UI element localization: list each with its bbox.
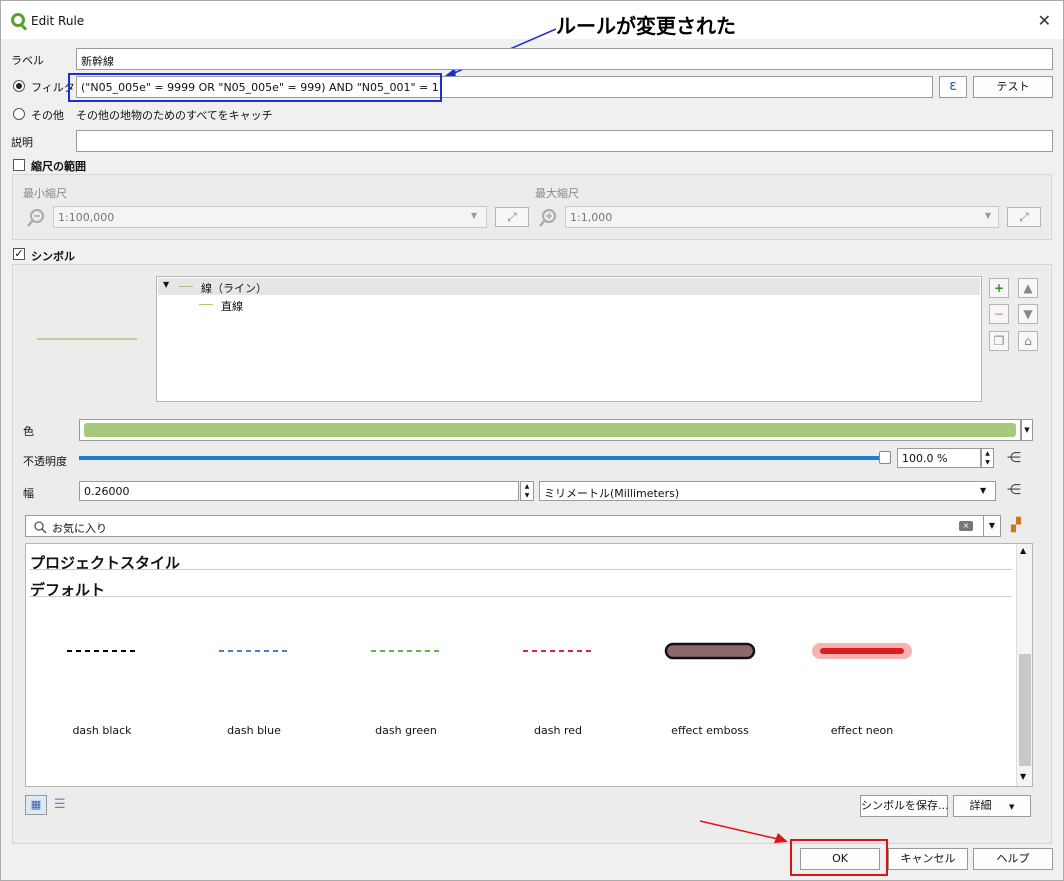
list-view-icon[interactable]: ☰ — [54, 797, 66, 812]
min-scale-dropdown-icon[interactable]: ▼ — [471, 211, 477, 220]
swatch-preview-dash-green[interactable] — [346, 626, 466, 676]
opacity-slider-fill — [79, 456, 885, 460]
width-caption: 幅 — [23, 487, 34, 500]
swatch-label[interactable]: effect neon — [802, 724, 922, 737]
label-input[interactable]: 新幹線 — [76, 48, 1053, 70]
min-scale-combo[interactable]: 1:100,000 — [53, 206, 487, 228]
opacity-spin-arrows[interactable]: ▲ ▼ — [981, 448, 994, 468]
style-manager-icon[interactable]: ▞ — [1011, 518, 1021, 533]
scale-range-checkbox[interactable] — [13, 159, 25, 171]
min-scale-current-button[interactable]: ⤢ — [495, 207, 529, 227]
scroll-down-icon[interactable]: ▼ — [1020, 772, 1026, 781]
filter-highlight-box — [68, 73, 442, 102]
swatch-preview-dash-black[interactable] — [42, 626, 162, 676]
scroll-up-icon[interactable]: ▲ — [1020, 546, 1026, 555]
save-symbol-button[interactable]: シンボルを保存... — [860, 795, 949, 817]
library-scrollbar[interactable]: ▲ ▼ — [1016, 544, 1032, 786]
opacity-data-defined-icon[interactable]: ⋲ — [1007, 450, 1021, 466]
width-spinbox[interactable]: 0.26000 — [79, 481, 519, 501]
width-spin-arrows[interactable]: ▲ ▼ — [520, 481, 534, 501]
filter-radio[interactable] — [13, 80, 25, 92]
qgis-logo-icon — [11, 13, 25, 27]
test-button[interactable]: テスト — [973, 76, 1053, 98]
max-scale-caption: 最大縮尺 — [535, 187, 579, 200]
tree-expand-icon[interactable]: ▼ — [163, 280, 169, 289]
advanced-dropdown-icon: ▼ — [1009, 803, 1015, 811]
duplicate-layer-icon[interactable]: ❐ — [989, 331, 1009, 351]
swatch-label[interactable]: dash black — [42, 724, 162, 737]
max-scale-dropdown-icon[interactable]: ▼ — [985, 211, 991, 220]
width-data-defined-icon[interactable]: ⋲ — [1007, 482, 1021, 498]
close-icon[interactable]: ✕ — [1038, 11, 1051, 30]
symbol-caption: シンボル — [31, 250, 75, 263]
opacity-caption: 不透明度 — [23, 455, 67, 468]
color-swatch — [84, 423, 1016, 437]
add-layer-icon[interactable]: + — [989, 278, 1009, 298]
tree-row-selected[interactable] — [158, 278, 980, 295]
swatch-preview-effect-emboss[interactable] — [650, 626, 770, 676]
symbol-checkbox[interactable]: ✓ — [13, 248, 25, 260]
min-scale-caption: 最小縮尺 — [23, 187, 67, 200]
swatch-label[interactable]: dash blue — [194, 724, 314, 737]
scroll-thumb[interactable] — [1019, 654, 1031, 766]
max-scale-current-button[interactable]: ⤢ — [1007, 207, 1041, 227]
opacity-slider-handle[interactable] — [879, 451, 891, 464]
move-up-icon[interactable]: ▲ — [1018, 278, 1038, 298]
annotation-arrow-red — [699, 820, 788, 843]
remove-layer-icon[interactable]: − — [989, 304, 1009, 324]
symbol-group: ▼ 線（ライン） 直線 + ▲ − ▼ ❐ ⌂ 色 ▼ 不透明度 100.0 %… — [12, 264, 1052, 844]
symbol-swatch-grid: dash black dash blue dash green dash red eff… — [26, 544, 1016, 784]
advanced-button-label: 詳細 — [969, 799, 992, 812]
label-caption: ラベル — [11, 54, 44, 67]
symbol-preview — [37, 338, 137, 340]
edit-rule-dialog: Edit Rule ✕ ルールが変更された ラベル 新幹線 フィルタ ("N05… — [0, 0, 1064, 881]
move-down-icon[interactable]: ▼ — [1018, 304, 1038, 324]
swatch-label[interactable]: effect emboss — [650, 724, 770, 737]
simple-line-icon — [199, 304, 213, 305]
cancel-button[interactable]: キャンセル — [888, 848, 968, 870]
description-input[interactable] — [76, 130, 1053, 152]
symbol-library-panel[interactable]: プロジェクトスタイル デフォルト dash black dash blue dash… — [25, 543, 1033, 787]
search-icon — [34, 521, 47, 534]
advanced-button[interactable]: 詳細 ▼ — [953, 795, 1031, 817]
color-dropdown-icon[interactable]: ▼ — [1021, 419, 1033, 441]
clear-search-icon[interactable]: × — [959, 521, 973, 531]
swatch-preview-dash-red[interactable] — [498, 626, 618, 676]
else-description: その他の地物のためのすべてをキャッチ — [76, 109, 273, 122]
filter-dropdown-icon[interactable]: ▼ — [983, 515, 1001, 537]
scale-range-group: 最小縮尺 1:100,000 ▼ ⤢ 最大縮尺 1:1,000 ▼ ⤢ — [12, 174, 1052, 240]
unit-dropdown-icon[interactable]: ▼ — [980, 486, 986, 495]
swatch-preview-effect-neon[interactable] — [802, 626, 922, 676]
ok-highlight-box — [790, 839, 888, 876]
else-radio[interactable] — [13, 108, 25, 120]
swatch-label[interactable]: dash green — [346, 724, 466, 737]
zoom-in-icon — [539, 209, 556, 227]
width-unit-combo[interactable]: ミリメートル(Millimeters) — [539, 481, 996, 501]
annotation-callout: ルールが変更された — [556, 14, 736, 38]
color-button[interactable] — [79, 419, 1021, 441]
max-scale-combo[interactable]: 1:1,000 — [565, 206, 999, 228]
description-caption: 説明 — [11, 136, 33, 149]
library-search-input[interactable]: お気に入り — [25, 515, 987, 537]
line-layer-icon — [179, 286, 193, 287]
else-caption: その他 — [31, 109, 64, 122]
swatch-label[interactable]: dash red — [498, 724, 618, 737]
tree-item-line[interactable]: 線（ライン） — [201, 280, 267, 296]
opacity-slider[interactable] — [79, 456, 885, 460]
lock-layer-icon[interactable]: ⌂ — [1018, 331, 1038, 351]
icon-view-icon[interactable]: ▦ — [25, 795, 47, 815]
color-caption: 色 — [23, 425, 34, 438]
symbol-layer-tree[interactable]: ▼ 線（ライン） 直線 — [156, 276, 982, 402]
help-button[interactable]: ヘルプ — [973, 848, 1053, 870]
zoom-out-icon — [27, 209, 44, 227]
scale-range-caption: 縮尺の範囲 — [31, 160, 86, 173]
tree-item-simple-line[interactable]: 直線 — [221, 298, 243, 314]
swatch-preview-dash-blue[interactable] — [194, 626, 314, 676]
window-title: Edit Rule — [31, 14, 85, 28]
opacity-spinbox[interactable]: 100.0 % — [897, 448, 981, 468]
expression-builder-button[interactable]: ε — [939, 76, 967, 98]
